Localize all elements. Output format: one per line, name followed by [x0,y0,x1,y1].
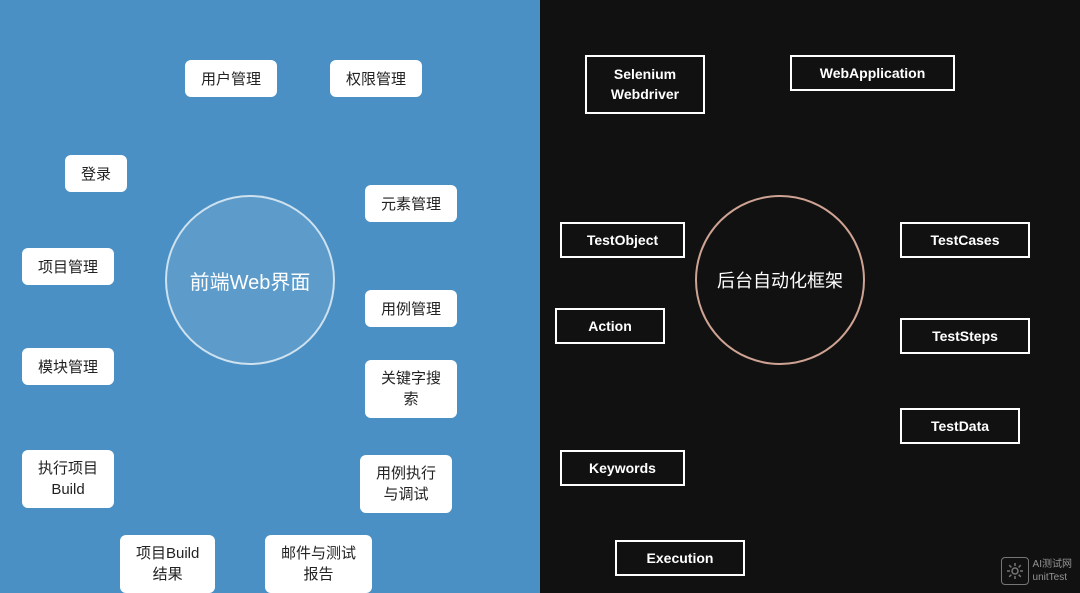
box-exec-build: 执行项目Build [22,450,114,508]
box-proj-mgmt: 项目管理 [22,248,114,285]
box-keywords: Keywords [560,450,685,486]
box-elem-mgmt: 元素管理 [365,185,457,222]
box-action: Action [555,308,665,344]
box-testcases: TestCases [900,222,1030,258]
left-circle-label: 前端Web界面 [190,266,311,295]
box-proj-result: 项目Build结果 [120,535,215,593]
box-perm-mgmt: 权限管理 [330,60,422,97]
box-module-mgmt: 模块管理 [22,348,114,385]
box-teststeps: TestSteps [900,318,1030,354]
left-panel: 前端Web界面 用户管理 权限管理 登录 元素管理 项目管理 用例管理 模块管理… [0,0,540,593]
box-selenium: SeleniumWebdriver [585,55,705,114]
box-webapplication: WebApplication [790,55,955,91]
box-login: 登录 [65,155,127,192]
watermark-text: AI测试网unitTest [1033,558,1072,584]
box-case-mgmt: 用例管理 [365,290,457,327]
left-circle: 前端Web界面 [165,195,335,365]
right-circle-label: 后台自动化框架 [717,267,843,293]
box-testdata: TestData [900,408,1020,444]
box-case-exec: 用例执行与调试 [360,455,452,513]
watermark-icon [1001,557,1029,585]
right-panel: 后台自动化框架 SeleniumWebdriver WebApplication… [540,0,1080,593]
box-user-mgmt: 用户管理 [185,60,277,97]
right-circle: 后台自动化框架 [695,195,865,365]
box-testobject: TestObject [560,222,685,258]
watermark: AI测试网unitTest [1001,557,1072,585]
box-keyword-search: 关键字搜索 [365,360,457,418]
box-execution: Execution [615,540,745,576]
box-mail-test: 邮件与测试报告 [265,535,372,593]
